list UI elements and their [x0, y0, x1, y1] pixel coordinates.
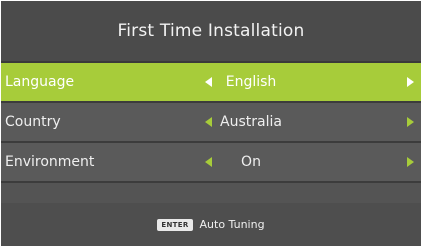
- row-value: On: [241, 154, 261, 170]
- footer-action-label: Auto Tuning: [199, 218, 265, 231]
- arrow-right-icon[interactable]: [407, 77, 414, 87]
- menu-row-language[interactable]: Language English: [1, 63, 421, 103]
- menu-row-country[interactable]: Country Australia: [1, 103, 421, 143]
- menu-row-environment[interactable]: Environment On: [1, 143, 421, 183]
- row-label: Environment: [5, 154, 95, 170]
- row-label: Country: [5, 114, 61, 130]
- menu-title-text: First Time Installation: [117, 21, 305, 41]
- row-label: Language: [5, 74, 75, 90]
- footer-hint: ENTER Auto Tuning: [1, 203, 421, 246]
- arrow-right-icon[interactable]: [407, 117, 414, 127]
- menu-title: First Time Installation: [1, 1, 421, 63]
- installation-menu: First Time Installation Language English…: [1, 1, 421, 246]
- menu-spacer: [1, 183, 421, 203]
- enter-key-icon: ENTER: [157, 218, 193, 231]
- screen: First Time Installation Language English…: [0, 0, 432, 249]
- row-value: Australia: [220, 114, 282, 130]
- row-value: English: [225, 74, 277, 90]
- arrow-right-icon[interactable]: [407, 157, 414, 167]
